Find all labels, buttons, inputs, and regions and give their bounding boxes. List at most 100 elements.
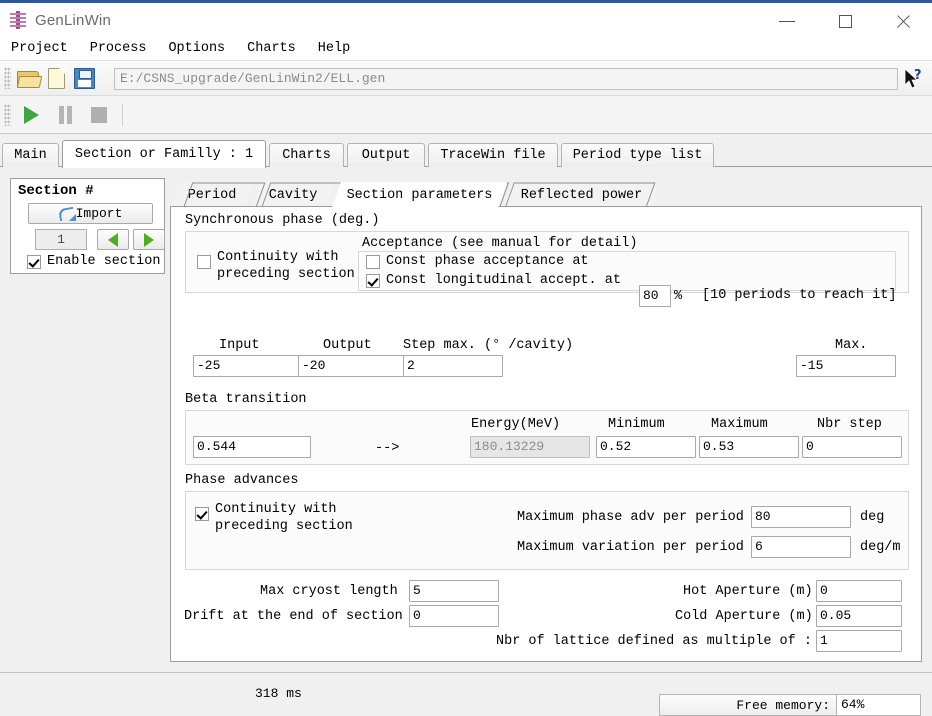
tab-output[interactable]: Output (347, 143, 425, 167)
tab-charts[interactable]: Charts (269, 143, 344, 167)
menu-item-options[interactable]: Options (157, 37, 236, 61)
nbr-step-label: Nbr step (817, 417, 882, 432)
inner-tab-section-parameters[interactable]: Section parameters (332, 182, 507, 208)
max-variation-field[interactable]: 6 (751, 536, 851, 558)
energy-label: Energy(MeV) (471, 417, 561, 432)
maximize-button[interactable] (816, 3, 874, 40)
active-tab-mask (63, 166, 265, 168)
beta-arrow-label: --> (375, 441, 400, 456)
cold-aperture-field[interactable]: 0.05 (816, 605, 902, 627)
section-panel-title: Section # (18, 183, 94, 199)
output-value-field[interactable]: -20 (298, 355, 408, 377)
phase-advances-group-label: Phase advances (185, 473, 299, 488)
input-value-field[interactable]: -25 (193, 355, 303, 377)
project-path-field[interactable]: E:/CSNS_upgrade/GenLinWin2/ELL.gen (114, 68, 898, 90)
pa-continuity-row[interactable]: Continuity with preceding section (195, 501, 353, 535)
tab-tracewin-file[interactable]: TraceWin file (428, 143, 558, 167)
acceptance-label: Acceptance (see manual for detail) (362, 236, 638, 251)
hot-aperture-label: Hot Aperture (m) (683, 584, 813, 599)
sp-continuity-checkbox[interactable] (197, 255, 211, 269)
menu-item-process[interactable]: Process (79, 37, 158, 61)
close-icon (895, 13, 912, 30)
pause-icon (58, 105, 73, 124)
const-phase-checkbox[interactable] (366, 254, 380, 269)
max-variation-unit: deg/m (860, 540, 901, 555)
input-label: Input (219, 338, 260, 353)
previous-section-button[interactable] (97, 229, 129, 250)
next-section-button[interactable] (133, 229, 165, 250)
const-phase-row[interactable]: Const phase acceptance at (366, 254, 589, 269)
sp-continuity-row[interactable]: Continuity with preceding section (197, 249, 355, 283)
enable-section-checkbox[interactable] (27, 254, 41, 269)
section-number-field[interactable]: 1 (35, 229, 87, 250)
elapsed-time-label: 318 ms (255, 686, 302, 701)
section-panel: Section # Import 1 Enable section (10, 178, 165, 274)
const-longitudinal-row[interactable]: Const longitudinal accept. at (366, 273, 621, 288)
tab-section-or-familly[interactable]: Section or Familly : 1 (62, 140, 266, 168)
menu-item-project[interactable]: Project (0, 37, 79, 61)
open-file-button[interactable] (14, 64, 43, 92)
toolbar-grip[interactable] (4, 67, 11, 89)
whats-this-cursor-icon: ? (903, 68, 927, 92)
import-button-label: Import (75, 206, 123, 221)
run-toolbar-grip[interactable] (4, 103, 11, 126)
max-phase-adv-field[interactable]: 80 (751, 506, 851, 528)
window-controls (758, 3, 932, 40)
arrow-right-icon (144, 232, 154, 247)
max-phase-adv-label: Maximum phase adv per period (517, 510, 744, 525)
save-file-button[interactable] (70, 64, 98, 92)
tab-main[interactable]: Main (2, 143, 59, 167)
new-file-button[interactable] (42, 64, 70, 92)
maximum-label: Maximum (711, 417, 768, 432)
inner-tab-reflected-power[interactable]: Reflected power (504, 182, 659, 208)
step-max-field[interactable]: 2 (403, 355, 503, 377)
menu-item-help[interactable]: Help (307, 37, 361, 61)
max-cryost-field[interactable]: 5 (409, 580, 499, 602)
main-tab-bar: Main Section or Familly : 1 Charts Outpu… (0, 140, 932, 168)
drift-label: Drift at the end of section (184, 609, 403, 624)
inner-tab-bar: Period Cavity Section parameters Reflect… (170, 182, 922, 208)
hot-aperture-field[interactable]: 0 (816, 580, 902, 602)
sp-continuity-label: Continuity with preceding section (217, 250, 355, 282)
maximize-icon (838, 15, 852, 28)
max-cryost-label: Max cryost length (260, 584, 398, 599)
tab-period-type-list[interactable]: Period type list (561, 143, 714, 167)
pa-continuity-checkbox[interactable] (195, 507, 209, 521)
energy-value-field: 180.13229 (470, 436, 590, 458)
enable-section-row[interactable]: Enable section (27, 254, 160, 269)
max-value-field[interactable]: -15 (796, 355, 896, 377)
free-memory-widget: Free memory: 64% (659, 694, 921, 716)
output-label: Output (323, 338, 372, 353)
max-label: Max. (835, 338, 868, 353)
play-icon (23, 105, 39, 124)
step-max-label: Step max. (° /cavity) (403, 338, 574, 353)
stop-button[interactable] (82, 100, 116, 130)
inner-tab-period[interactable]: Period (170, 182, 254, 208)
max-variation-label: Maximum variation per period (517, 540, 744, 555)
close-button[interactable] (874, 3, 932, 40)
drift-field[interactable]: 0 (409, 605, 499, 627)
minimize-icon (779, 21, 795, 22)
enable-section-label: Enable section (47, 254, 161, 269)
periods-note-label: [10 periods to reach it] (702, 288, 897, 303)
menu-item-charts[interactable]: Charts (236, 37, 307, 61)
inner-tab-cavity[interactable]: Cavity (251, 182, 335, 208)
arrow-left-icon (108, 232, 118, 247)
nbr-step-field[interactable]: 0 (802, 436, 902, 458)
run-toolbar (0, 96, 932, 134)
run-button[interactable] (14, 100, 48, 130)
beta-value-field[interactable]: 0.544 (193, 436, 311, 458)
maximum-value-field[interactable]: 0.53 (699, 436, 799, 458)
const-longitudinal-checkbox[interactable] (366, 273, 380, 288)
minimum-label: Minimum (608, 417, 665, 432)
cold-aperture-label: Cold Aperture (m) (675, 609, 813, 624)
minimize-button[interactable] (758, 3, 816, 40)
nbr-lattice-label: Nbr of lattice defined as multiple of : (496, 634, 812, 649)
pause-button[interactable] (48, 100, 82, 130)
acceptance-value-input[interactable]: 80 (639, 285, 671, 307)
window-title: GenLinWin (35, 11, 112, 29)
nbr-lattice-field[interactable]: 1 (816, 630, 902, 652)
save-icon (73, 67, 95, 89)
import-button[interactable]: Import (28, 203, 153, 224)
minimum-value-field[interactable]: 0.52 (596, 436, 696, 458)
